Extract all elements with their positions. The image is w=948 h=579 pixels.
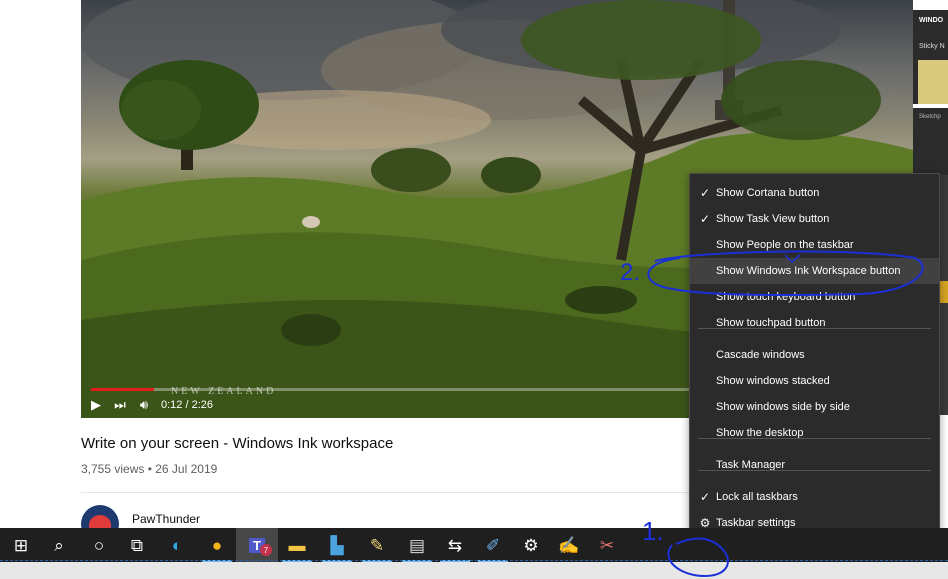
menu-item-label: Show windows side by side xyxy=(716,401,850,413)
paint-icon: ✍ xyxy=(558,535,580,555)
file-explorer-icon: ▬ xyxy=(288,535,306,555)
menu-item-task-manager[interactable]: Task Manager xyxy=(690,452,939,478)
checkmark-icon: ✓ xyxy=(699,186,711,200)
taskbar-teams-button[interactable]: T7 xyxy=(236,528,278,562)
checkmark-icon: ✓ xyxy=(699,490,711,504)
channel-name[interactable]: PawThunder xyxy=(132,512,200,526)
taskbar-teamviewer-button[interactable]: ⇆ xyxy=(434,528,476,562)
taskbar-edge-button[interactable]: ◐ xyxy=(156,528,198,562)
menu-item-show-touch-keyboard-button[interactable]: Show touch keyboard button xyxy=(690,284,939,310)
windows-start-icon: ⊞ xyxy=(13,535,29,555)
snipping-icon: ✂ xyxy=(599,535,615,555)
taskbar-file-explorer-button[interactable]: ▬ xyxy=(276,528,318,562)
video-meta: 3,755 views • 26 Jul 2019 xyxy=(81,462,218,476)
sketchpad-label: Sketchp xyxy=(919,114,941,120)
next-icon[interactable]: ⏭ xyxy=(113,397,127,413)
sketchpad-tile[interactable]: Sketchp xyxy=(913,108,948,178)
menu-item-show-cortana-button[interactable]: ✓ Show Cortana button xyxy=(690,180,939,206)
menu-item-label: Show Windows Ink Workspace button xyxy=(716,265,901,277)
volume-icon[interactable]: 🔊︎ xyxy=(137,397,151,413)
cortana-icon: ○ xyxy=(93,535,105,555)
sticky-note-preview[interactable] xyxy=(918,60,948,104)
taskbar[interactable]: ⊞ ⌕ ○ ⧉ ◐ ● T 7 ▬ ▙ ✎ ▤ ⇆ ✐ ⚙ ✍ ✂ xyxy=(0,528,948,562)
notepad-icon: ▤ xyxy=(408,535,426,555)
menu-item-show-windows-ink-workspace-button[interactable]: Show Windows Ink Workspace button xyxy=(690,258,939,284)
menu-item-label: Show People on the taskbar xyxy=(716,239,854,251)
menu-item-label: Lock all taskbars xyxy=(716,491,798,503)
pen-app-icon: ✐ xyxy=(485,535,501,555)
menu-item-label: Show windows stacked xyxy=(716,375,830,387)
taskbar-notes-button[interactable]: ✎ xyxy=(356,528,398,562)
menu-item-show-task-view-button[interactable]: ✓ Show Task View button xyxy=(690,206,939,232)
settings-gear-icon: ⚙ xyxy=(523,535,539,555)
menu-item-show-people-on-the-taskbar[interactable]: Show People on the taskbar xyxy=(690,232,939,258)
notes-icon: ✎ xyxy=(369,535,385,555)
menu-separator xyxy=(698,328,931,329)
taskbar-dashed-border xyxy=(0,560,948,561)
menu-separator xyxy=(698,470,931,471)
search-icon: ⌕ xyxy=(54,535,64,555)
checkmark-icon: ✓ xyxy=(699,212,711,226)
taskbar-notepad-button[interactable]: ▤ xyxy=(396,528,438,562)
network-drive-icon: ▙ xyxy=(330,535,344,555)
taskbar-windows-start-button[interactable]: ⊞ xyxy=(0,528,42,562)
video-controls: ▶ ⏭ 🔊︎ 0:12 / 2:26 xyxy=(89,396,213,414)
taskbar-chrome-button[interactable]: ● xyxy=(196,528,238,562)
video-progress-played xyxy=(91,388,155,391)
task-view-icon: ⧉ xyxy=(130,535,144,555)
menu-item-show-windows-stacked[interactable]: Show windows stacked xyxy=(690,368,939,394)
taskbar-settings-gear-button[interactable]: ⚙ xyxy=(510,528,552,562)
video-title: Write on your screen - Windows Ink works… xyxy=(81,435,394,452)
menu-item-lock-all-taskbars[interactable]: ✓ Lock all taskbars xyxy=(690,484,939,510)
sticky-notes-label[interactable]: Sticky N xyxy=(919,43,945,50)
teams-notification-badge: 7 xyxy=(260,544,272,556)
menu-item-label: Show Task View button xyxy=(716,213,830,225)
taskbar-paint-button[interactable]: ✍ xyxy=(548,528,590,562)
taskbar-pen-app-button[interactable]: ✐ xyxy=(472,528,514,562)
menu-item-label: Cascade windows xyxy=(716,349,805,361)
taskbar-context-menu: ✓ Show Cortana button ✓ Show Task View butt… xyxy=(689,173,940,537)
menu-item-show-touchpad-button[interactable]: Show touchpad button xyxy=(690,310,939,336)
play-icon[interactable]: ▶ xyxy=(89,397,103,413)
video-progress-bar[interactable] xyxy=(91,388,793,391)
ink-panel-title: WINDO xyxy=(919,17,944,24)
taskbar-search-button[interactable]: ⌕ xyxy=(38,528,80,562)
menu-item-cascade-windows[interactable]: Cascade windows xyxy=(690,342,939,368)
menu-separator xyxy=(698,438,931,439)
menu-item-label: Show touch keyboard button xyxy=(716,291,856,303)
background-window-accent xyxy=(940,281,948,303)
taskbar-task-view-button[interactable]: ⧉ xyxy=(116,528,158,562)
taskbar-cortana-button[interactable]: ○ xyxy=(78,528,120,562)
chrome-icon: ● xyxy=(211,535,223,555)
taskbar-snipping-button[interactable]: ✂ xyxy=(586,528,628,562)
divider xyxy=(81,492,701,493)
desktop-strip xyxy=(0,562,948,579)
teamviewer-icon: ⇆ xyxy=(447,535,463,555)
edge-icon: ◐ xyxy=(171,535,183,555)
menu-item-label: Show Cortana button xyxy=(716,187,820,199)
menu-item-show-the-desktop[interactable]: Show the desktop xyxy=(690,420,939,446)
menu-item-show-windows-side-by-side[interactable]: Show windows side by side xyxy=(690,394,939,420)
taskbar-network-drive-button[interactable]: ▙ xyxy=(316,528,358,562)
video-time: 0:12 / 2:26 xyxy=(161,399,213,411)
